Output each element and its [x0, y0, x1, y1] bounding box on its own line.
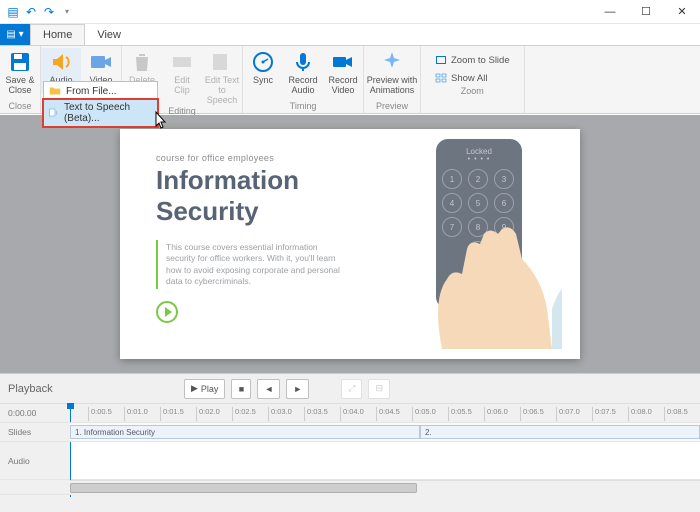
zoom-to-slide-label: Zoom to Slide [451, 55, 510, 66]
ruler-tick: 0:06.5 [520, 407, 544, 421]
ruler-tick: 0:05.5 [448, 407, 472, 421]
ruler-tick: 0:02.5 [232, 407, 256, 421]
sync-label: Sync [253, 76, 273, 86]
group-zoom-label: Zoom [421, 86, 524, 98]
slide-segment-2[interactable]: 2. [420, 425, 700, 439]
record-video-button[interactable]: Record Video [323, 48, 363, 96]
slide-description: This course covers essential information… [156, 240, 346, 290]
slide-segment-1[interactable]: 1. Information Security [70, 425, 420, 439]
show-all-button[interactable]: Show All [429, 70, 516, 86]
show-all-icon [435, 72, 447, 84]
play-circle-icon[interactable] [156, 301, 178, 323]
play-label: Play [201, 384, 219, 394]
ruler-tick: 0:06.0 [484, 407, 508, 421]
edit-clip-button: Edit Clip [162, 48, 202, 96]
minimize-button[interactable]: ― [592, 0, 628, 24]
edit-tts-button: Edit Text to Speech [202, 48, 242, 106]
group-timing-label: Timing [243, 101, 363, 113]
timeline-ruler[interactable]: 0:00.5 0:01.0 0:01.5 0:02.0 0:02.5 0:03.0 0:03… [70, 404, 700, 423]
ruler-tick: 0:04.0 [340, 407, 364, 421]
timeline-audio-row[interactable] [70, 442, 700, 480]
ruler-tick: 0:05.0 [412, 407, 436, 421]
edit-clip-icon [170, 50, 194, 74]
zoom-to-slide-button[interactable]: Zoom to Slide [429, 52, 516, 68]
tts-label: Text to Speech (Beta)... [64, 102, 153, 124]
slide-canvas[interactable]: course for office employees Information … [120, 129, 580, 359]
undo-icon[interactable]: ↶ [24, 5, 38, 19]
ruler-tick: 0:01.0 [124, 407, 148, 421]
edit-clip-label: Edit Clip [174, 76, 190, 96]
ruler-tick: 0:07.0 [556, 407, 580, 421]
tab-view[interactable]: View [85, 24, 133, 45]
zoom-to-slide-icon [435, 54, 447, 66]
ribbon-tabs: ▤ ▾ Home View [0, 24, 700, 46]
stop-button[interactable]: ■ [231, 379, 251, 399]
timeline-scrollbar[interactable] [70, 480, 700, 495]
tts-icon [48, 106, 60, 120]
record-video-label: Record Video [328, 76, 357, 96]
save-icon [8, 50, 32, 74]
play-button[interactable]: ▶Play [184, 379, 225, 399]
ruler-tick: 0:03.5 [304, 407, 328, 421]
app-menu-icon[interactable]: ▤ [6, 5, 20, 19]
save-close-label: Save & Close [5, 76, 34, 96]
timeline-slides-row[interactable]: 1. Information Security 2. [70, 423, 700, 442]
phone-illustration: Locked • • • • 123 456 789 0 [382, 139, 562, 349]
qat-dropdown-icon[interactable]: ▾ [60, 5, 74, 19]
delete-icon [130, 50, 154, 74]
camera-icon [331, 50, 355, 74]
ruler-tick: 0:08.0 [628, 407, 652, 421]
mic-icon [291, 50, 315, 74]
ruler-tick: 0:00.5 [88, 407, 112, 421]
audio-dropdown-menu: From File... Text to Speech (Beta)... [43, 81, 158, 127]
record-audio-button[interactable]: Record Audio [283, 48, 323, 96]
scroll-thumb[interactable] [70, 483, 417, 493]
show-all-label: Show All [451, 73, 487, 84]
redo-icon[interactable]: ↷ [42, 5, 56, 19]
slides-label: Slides [0, 423, 70, 442]
ruler-tick: 0:02.0 [196, 407, 220, 421]
slide-stage: course for office employees Information … [0, 115, 700, 373]
play-icon: ▶ [191, 383, 198, 394]
from-file-menu-item[interactable]: From File... [44, 82, 157, 100]
record-audio-label: Record Audio [288, 76, 317, 96]
preview-button[interactable]: Preview with Animations [364, 48, 420, 96]
ruler-tick: 0:07.5 [592, 407, 616, 421]
folder-icon [48, 84, 62, 98]
time-start: 0:00.00 [0, 404, 70, 423]
preview-label: Preview with Animations [367, 76, 418, 96]
save-close-button[interactable]: Save & Close [0, 48, 40, 96]
sync-button[interactable]: Sync [243, 48, 283, 86]
ruler-tick: 0:01.5 [160, 407, 184, 421]
playback-label: Playback [8, 383, 178, 395]
sparkle-icon [380, 50, 404, 74]
edit-tts-icon [210, 50, 234, 74]
tab-home[interactable]: Home [30, 24, 85, 45]
timeline[interactable]: 0:00.00 Slides Audio 0:00.50:01.00:01.50… [0, 404, 700, 512]
group-preview-label: Preview [364, 101, 420, 113]
ruler-tick: 0:08.5 [664, 407, 688, 421]
locked-label: Locked [442, 147, 516, 156]
maximize-button[interactable]: ☐ [628, 0, 664, 24]
cursor-icon [150, 110, 170, 134]
bottom-panel: Playback ▶Play ■ ◄ ► ⤢ ⊟ 0:00.00 Slides … [0, 373, 700, 512]
collapse-button: ⊟ [368, 379, 390, 399]
ruler-tick: 0:03.0 [268, 407, 292, 421]
group-close-label: Close [0, 101, 40, 113]
video-icon [89, 50, 113, 74]
next-button[interactable]: ► [286, 379, 309, 399]
password-dots: • • • • [442, 156, 516, 163]
ruler-tick: 0:04.5 [376, 407, 400, 421]
audio-icon [49, 50, 73, 74]
prev-button[interactable]: ◄ [257, 379, 280, 399]
expand-button: ⤢ [341, 379, 362, 399]
edit-tts-label: Edit Text to Speech [202, 76, 242, 106]
file-tab[interactable]: ▤ ▾ [0, 24, 30, 45]
from-file-label: From File... [66, 86, 117, 97]
title-bar: ▤ ↶ ↷ ▾ ― ☐ ✕ [0, 0, 700, 24]
close-window-button[interactable]: ✕ [664, 0, 700, 24]
text-to-speech-menu-item[interactable]: Text to Speech (Beta)... [44, 100, 157, 126]
sync-icon [251, 50, 275, 74]
audio-label: Audio [0, 442, 70, 480]
